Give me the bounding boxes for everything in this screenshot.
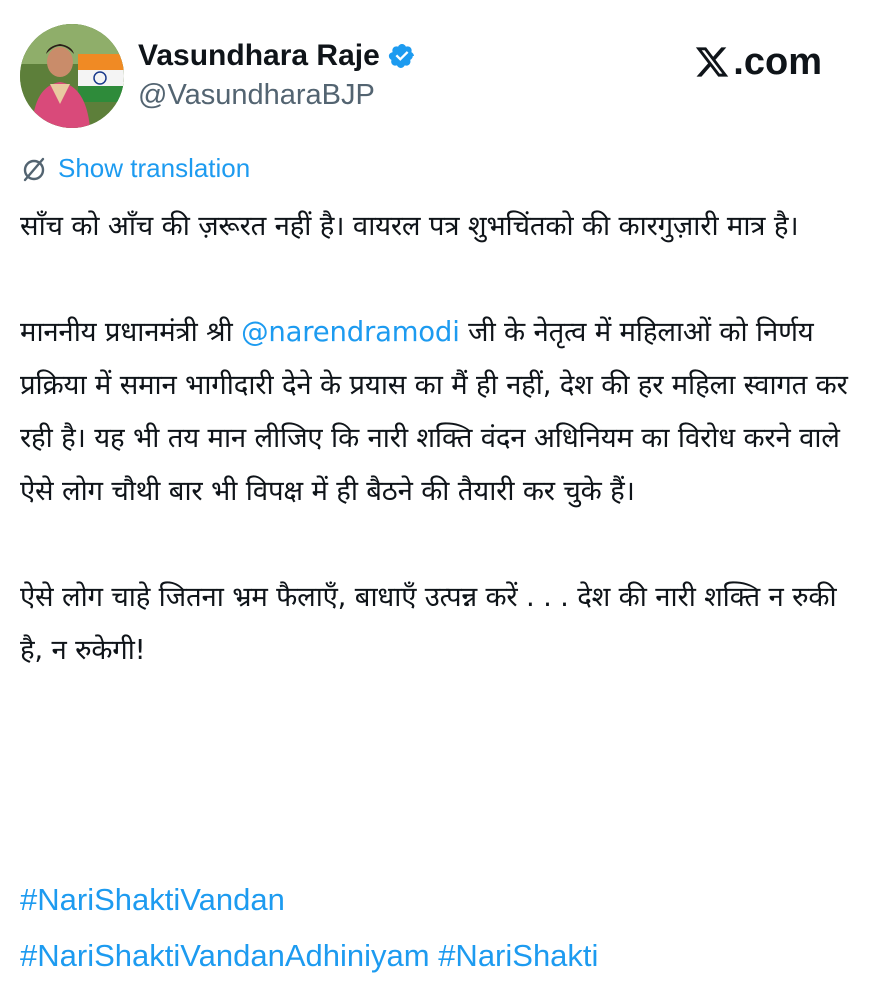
hashtag-link[interactable]: #NariShakti	[438, 938, 598, 973]
tweet-paragraph-2: माननीय प्रधानमंत्री श्री @narendramodi ज…	[20, 306, 855, 518]
display-name[interactable]: Vasundhara Raje	[138, 38, 380, 74]
tweet-paragraph-1: साँच को आँच की ज़रूरत नहीं है। वायरल पत्…	[20, 210, 799, 242]
show-translation-link[interactable]: Show translation	[20, 153, 250, 184]
mention-link[interactable]: @narendramodi	[241, 316, 460, 348]
x-logo-icon	[696, 47, 729, 77]
account-names: Vasundhara Raje @VasundharaBJP	[138, 38, 416, 114]
avatar-photo	[20, 24, 124, 128]
tweet-text: साँच को आँच की ज़रूरत नहीं है। वायरल पत्…	[20, 200, 855, 730]
show-translation-label: Show translation	[58, 153, 251, 183]
hashtag-link[interactable]: #NariShaktiVandan	[20, 882, 285, 917]
hashtag-link[interactable]: #NariShaktiVandanAdhiniyam	[20, 938, 430, 973]
paragraph-2-lead: माननीय प्रधानमंत्री श्री	[20, 316, 242, 348]
handle[interactable]: @VasundharaBJP	[138, 76, 416, 114]
verified-badge-icon	[388, 44, 414, 68]
avatar[interactable]	[20, 24, 124, 128]
brand-label: .com	[733, 41, 822, 83]
hashtag-list: #NariShaktiVandan #NariShaktiVandanAdhin…	[20, 872, 855, 984]
x-com-brand: .com	[693, 40, 822, 84]
globe-slash-icon	[23, 157, 45, 181]
tweet-paragraph-3: ऐसे लोग चाहे जितना भ्रम फैलाएँ, बाधाएँ उ…	[20, 581, 837, 666]
display-name-row[interactable]: Vasundhara Raje	[138, 38, 416, 74]
tweet-header: Vasundhara Raje @VasundharaBJP .com	[20, 24, 850, 134]
